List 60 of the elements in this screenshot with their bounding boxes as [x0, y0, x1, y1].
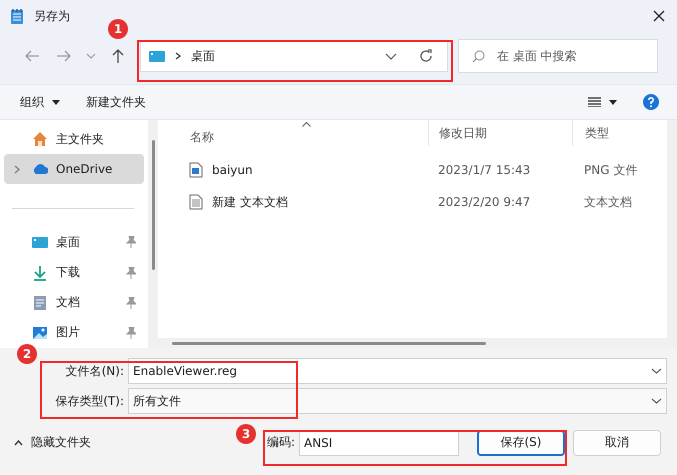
- file-row[interactable]: baiyun 2023/1/7 15:43 PNG 文件: [158, 154, 667, 186]
- notepad-icon: [10, 8, 24, 24]
- back-arrow-icon: [24, 49, 40, 63]
- encoding-dropdown[interactable]: ANSI: [299, 430, 459, 456]
- chevron-up-icon: [14, 440, 23, 446]
- list-view-icon: [588, 97, 601, 107]
- table-cell-text: 文本文档: [583, 194, 633, 210]
- chevron-down-icon: [86, 53, 96, 59]
- chevron-right-icon: [14, 164, 20, 174]
- sidebar-item[interactable]: 桌面: [4, 227, 144, 258]
- image-file-icon: [188, 162, 204, 178]
- scrollbar-thumb[interactable]: [152, 140, 154, 270]
- scrollbar-thumb[interactable]: [172, 342, 486, 344]
- file-name: 新建 文本文档: [212, 194, 288, 210]
- document-icon: [32, 294, 48, 311]
- chevron-down-icon: [651, 398, 662, 404]
- close-icon: [653, 10, 665, 22]
- up-arrow-icon: [111, 48, 125, 64]
- sidebar-item[interactable]: 文档: [4, 288, 144, 318]
- new-folder-button[interactable]: 新建文件夹: [78, 90, 154, 114]
- home-icon: [32, 131, 48, 148]
- text-file-icon: [188, 194, 204, 210]
- step-number-badge: 1: [108, 19, 128, 39]
- field-label: 文件名(N):: [64, 362, 125, 380]
- hide-folders-button[interactable]: 隐藏文件夹: [14, 430, 91, 455]
- column-header[interactable]: 修改日期: [428, 120, 572, 146]
- chevron-right-icon: [175, 52, 181, 60]
- refresh-icon: [419, 49, 433, 63]
- caret-icon: [609, 100, 617, 104]
- cancel-button[interactable]: 取消: [573, 430, 661, 456]
- sidebar-item[interactable]: 下载: [4, 257, 144, 288]
- field-label: 保存类型(T):: [54, 392, 125, 410]
- table-cell-text: PNG 文件: [583, 162, 638, 178]
- column-header[interactable]: 名称: [178, 120, 428, 154]
- filename-field[interactable]: EnableViewer.reg: [128, 358, 667, 384]
- help-icon: [643, 94, 659, 110]
- caret-icon: [52, 100, 60, 104]
- chevron-down-icon: [651, 368, 662, 374]
- table-cell-text: 2023/1/7 15:43: [437, 162, 532, 179]
- encoding-label: 编码:: [266, 434, 295, 451]
- path-text: 桌面: [191, 48, 215, 64]
- table-cell-text: 2023/2/20 9:47: [437, 194, 532, 211]
- desktop-icon: [32, 234, 48, 250]
- organize-button[interactable]: 组织: [12, 90, 68, 114]
- window-title: 另存为: [34, 8, 70, 24]
- sidebar-item[interactable]: OneDrive: [4, 154, 144, 184]
- desktop-icon: [149, 48, 165, 64]
- download-icon: [32, 264, 48, 281]
- search-icon: [472, 50, 485, 63]
- picture-icon: [32, 324, 48, 341]
- address-bar[interactable]: 桌面: [140, 40, 448, 72]
- file-name: baiyun: [212, 163, 253, 177]
- chevron-down-icon: [385, 52, 397, 60]
- filetype-dropdown[interactable]: 所有文件: [128, 388, 667, 414]
- sort-caret-icon: [302, 122, 311, 127]
- sidebar-item[interactable]: 主文件夹: [4, 124, 144, 154]
- save-button[interactable]: 保存(S): [477, 430, 565, 456]
- forward-arrow-icon: [56, 49, 72, 63]
- file-row[interactable]: 新建 文本文档 2023/2/20 9:47 文本文档: [158, 186, 667, 218]
- search-field[interactable]: 在 桌面 中搜索: [458, 39, 658, 73]
